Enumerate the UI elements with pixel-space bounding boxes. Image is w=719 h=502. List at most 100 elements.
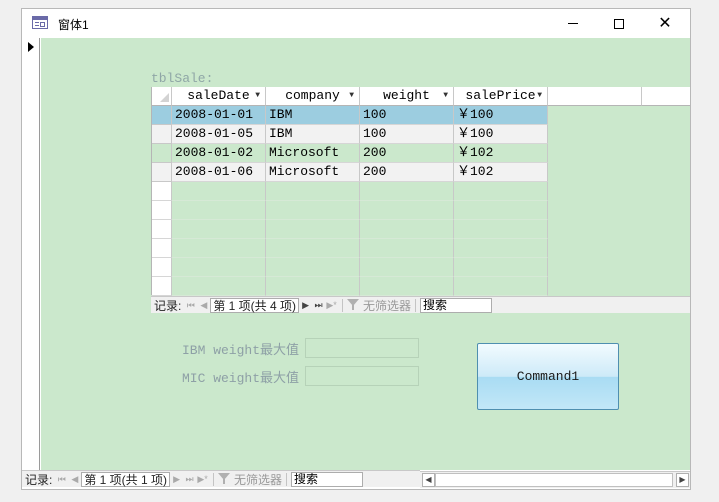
filter-toggle[interactable]: 无筛选器: [218, 471, 282, 487]
window-title: 窗体1: [58, 18, 89, 32]
empty-cell: [360, 220, 454, 239]
row-selector[interactable]: [152, 239, 172, 258]
empty-cell: [266, 182, 360, 201]
column-header-empty[interactable]: [642, 87, 690, 106]
previous-record-icon[interactable]: ◀: [68, 474, 81, 485]
empty-cell: [360, 182, 454, 201]
horizontal-scrollbar[interactable]: ◀ ▶: [420, 471, 690, 488]
empty-cell: [454, 277, 548, 296]
maximize-button[interactable]: [596, 9, 642, 38]
empty-cell: [172, 220, 266, 239]
next-record-icon[interactable]: ▶: [299, 300, 312, 311]
row-selector[interactable]: [152, 258, 172, 277]
title-bar[interactable]: 窗体1 ✕: [22, 9, 690, 38]
record-selector-bar[interactable]: [22, 38, 40, 470]
empty-cell: [360, 201, 454, 220]
empty-cell: [266, 258, 360, 277]
record-position-field[interactable]: 第 1 项(共 4 项): [210, 297, 300, 313]
table-cell[interactable]: ￥102: [454, 144, 548, 163]
table-cell[interactable]: IBM: [266, 106, 360, 125]
empty-cell: [172, 182, 266, 201]
table-row[interactable]: 2008-01-05 IBM 100 ￥100: [152, 125, 690, 144]
dropdown-arrow-icon[interactable]: ▼: [349, 87, 354, 105]
dropdown-arrow-icon[interactable]: ▼: [443, 87, 448, 105]
record-label: 记录:: [154, 298, 182, 313]
table-cell[interactable]: 200: [360, 163, 454, 182]
column-header-company[interactable]: company ▼: [266, 87, 360, 106]
table-cell[interactable]: ￥100: [454, 106, 548, 125]
table-cell[interactable]: 2008-01-05: [172, 125, 266, 144]
search-input[interactable]: [420, 297, 493, 313]
column-header-weight[interactable]: weight ▼: [360, 87, 454, 106]
table-row[interactable]: 2008-01-02 Microsoft 200 ￥102: [152, 144, 690, 163]
search-input[interactable]: [291, 471, 364, 487]
divider: [342, 298, 344, 312]
divider: [286, 472, 288, 486]
table-cell[interactable]: 100: [360, 125, 454, 144]
subform-datasheet: saleDate ▼ company ▼ weight ▼ salePrice ▼ 20…: [151, 87, 690, 296]
divider: [213, 472, 215, 486]
row-selector[interactable]: [152, 182, 172, 201]
row-selector[interactable]: [152, 277, 172, 296]
table-cell[interactable]: 2008-01-02: [172, 144, 266, 163]
first-record-icon[interactable]: ⏮: [55, 474, 68, 485]
command1-button[interactable]: Command1: [477, 343, 619, 410]
record-position-field[interactable]: 第 1 项(共 1 项): [81, 471, 171, 487]
column-header-label: saleDate: [187, 88, 250, 103]
table-cell[interactable]: 100: [360, 106, 454, 125]
previous-record-icon[interactable]: ◀: [197, 300, 210, 311]
select-all-corner[interactable]: [152, 87, 172, 106]
new-record-icon[interactable]: ▶*: [325, 300, 338, 311]
minimize-button[interactable]: [550, 9, 596, 38]
form-icon: [32, 16, 48, 29]
row-selector[interactable]: [152, 220, 172, 239]
new-record-icon[interactable]: ▶*: [196, 474, 209, 485]
minimize-icon: [568, 23, 578, 24]
table-cell[interactable]: 2008-01-06: [172, 163, 266, 182]
scroll-right-icon[interactable]: ▶: [676, 473, 689, 487]
scrollbar-thumb[interactable]: [435, 473, 673, 487]
row-selector[interactable]: [152, 125, 172, 144]
empty-cell: [454, 220, 548, 239]
next-record-icon[interactable]: ▶: [170, 474, 183, 485]
empty-cell: [266, 277, 360, 296]
row-selector[interactable]: [152, 144, 172, 163]
table-cell[interactable]: ￥100: [454, 125, 548, 144]
row-selector[interactable]: [152, 163, 172, 182]
datasheet-header-row: saleDate ▼ company ▼ weight ▼ salePrice ▼: [152, 87, 690, 106]
table-cell[interactable]: 200: [360, 144, 454, 163]
dropdown-arrow-icon[interactable]: ▼: [537, 87, 542, 105]
last-record-icon[interactable]: ⏭: [312, 300, 325, 311]
mic-weight-max-field[interactable]: [305, 366, 419, 386]
column-header-saledate[interactable]: saleDate ▼: [172, 87, 266, 106]
table-cell[interactable]: Microsoft: [266, 144, 360, 163]
empty-cell: [454, 258, 548, 277]
row-selector[interactable]: [152, 201, 172, 220]
empty-area: [642, 106, 690, 125]
close-button[interactable]: ✕: [642, 9, 688, 38]
filter-toggle[interactable]: 无筛选器: [347, 297, 411, 313]
table-cell[interactable]: 2008-01-01: [172, 106, 266, 125]
table-cell[interactable]: IBM: [266, 125, 360, 144]
scroll-left-icon[interactable]: ◀: [422, 473, 435, 487]
table-cell[interactable]: Microsoft: [266, 163, 360, 182]
column-header-saleprice[interactable]: salePrice ▼: [454, 87, 548, 106]
table-cell[interactable]: ￥102: [454, 163, 548, 182]
column-header-label: company: [285, 88, 340, 103]
ibm-weight-max-field[interactable]: [305, 338, 419, 358]
empty-cell: [360, 239, 454, 258]
dropdown-arrow-icon[interactable]: ▼: [255, 87, 260, 105]
table-row[interactable]: 2008-01-01 IBM 100 ￥100: [152, 106, 690, 125]
empty-cell: [454, 239, 548, 258]
current-record-arrow-icon: [28, 42, 34, 52]
first-record-icon[interactable]: ⏮: [184, 300, 197, 311]
subform-label: tblSale:: [151, 71, 214, 86]
column-header-empty[interactable]: [548, 87, 642, 106]
table-row[interactable]: 2008-01-06 Microsoft 200 ￥102: [152, 163, 690, 182]
column-header-label: weight: [383, 88, 430, 103]
empty-cell: [266, 201, 360, 220]
last-record-icon[interactable]: ⏭: [183, 474, 196, 485]
empty-row: [152, 277, 690, 296]
row-selector[interactable]: [152, 106, 172, 125]
column-header-label: salePrice: [465, 88, 536, 103]
